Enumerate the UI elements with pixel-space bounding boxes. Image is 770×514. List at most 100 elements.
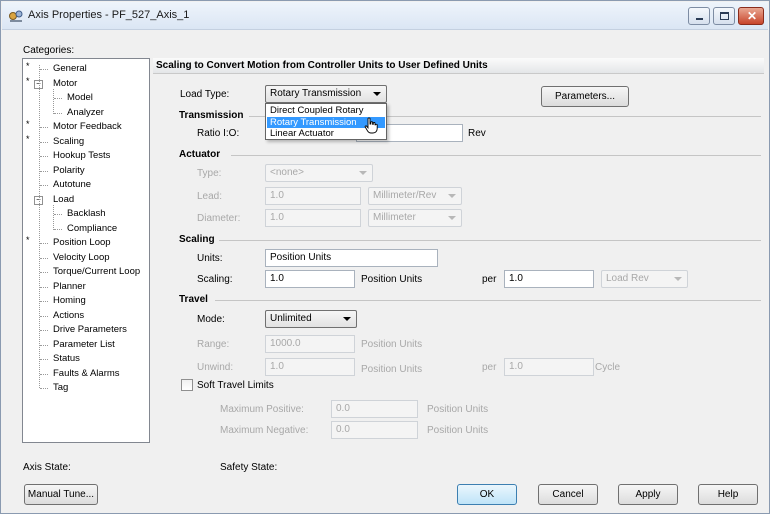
- tree-item-autotune[interactable]: Autotune: [53, 179, 91, 191]
- tree-item-faults-alarms[interactable]: Faults & Alarms: [53, 368, 120, 380]
- tree-item-general[interactable]: General: [53, 63, 87, 75]
- tree-connector: [40, 243, 48, 244]
- tree-item-compliance[interactable]: Compliance: [67, 223, 117, 235]
- tree-item-drive-parameters[interactable]: Drive Parameters: [53, 324, 127, 336]
- apply-button[interactable]: Apply: [618, 484, 678, 505]
- tree-item-velocity-loop[interactable]: Velocity Loop: [53, 252, 110, 264]
- tree-connector: [40, 272, 48, 273]
- travel-header: Travel: [179, 294, 208, 305]
- actuator-header: Actuator: [179, 149, 221, 160]
- tree-connector: [40, 185, 48, 186]
- tree-connector: [54, 228, 62, 230]
- cancel-button[interactable]: Cancel: [538, 484, 598, 505]
- lead-unit-combo[interactable]: Millimeter/Rev: [368, 187, 462, 205]
- unwind-per-input[interactable]: 1.0: [504, 358, 594, 376]
- tree-item-label: Motor Feedback: [53, 121, 122, 132]
- title-bar[interactable]: Axis Properties - PF_527_Axis_1 ✕: [2, 2, 768, 30]
- minimize-icon: [696, 18, 703, 20]
- manual-tune-button[interactable]: Manual Tune...: [24, 484, 98, 505]
- max-negative-input[interactable]: 0.0: [331, 421, 418, 439]
- tree-connector: [40, 301, 48, 302]
- unwind-unit: Position Units: [361, 364, 423, 375]
- axis-state-label: Axis State:: [23, 462, 71, 473]
- help-button[interactable]: Help: [698, 484, 758, 505]
- range-unit: Position Units: [361, 339, 423, 350]
- tree-item-label: Analyzer: [67, 106, 104, 118]
- actuator-type-label: Type:: [197, 168, 222, 179]
- ok-button[interactable]: OK: [457, 484, 517, 505]
- load-type-combo[interactable]: Rotary Transmission: [265, 85, 387, 103]
- tree-item-homing[interactable]: Homing: [53, 295, 86, 307]
- actuator-type-value: <none>: [270, 167, 304, 178]
- tree-item-tag[interactable]: Tag: [53, 382, 68, 394]
- tree-connector: [40, 127, 48, 128]
- restore-icon: [720, 12, 729, 20]
- diameter-unit-combo[interactable]: Millimeter: [368, 209, 462, 227]
- tree-item-parameter-list[interactable]: Parameter List: [53, 339, 115, 351]
- max-positive-input[interactable]: 0.0: [331, 400, 418, 418]
- max-positive-label: Maximum Positive:: [220, 404, 304, 415]
- tree-item-status[interactable]: Status: [53, 353, 80, 365]
- tree-item-label: Status: [53, 353, 80, 364]
- categories-tree[interactable]: General * Motor * − Model Analyzer Motor Feedba…: [22, 58, 150, 443]
- tree-connector: [40, 170, 48, 172]
- mode-combo[interactable]: Unlimited: [265, 310, 357, 328]
- lead-input[interactable]: 1.0: [265, 187, 361, 205]
- soft-travel-limits-checkbox[interactable]: [181, 379, 193, 391]
- minimize-button[interactable]: [688, 7, 710, 25]
- tree-item-label: Tag: [53, 382, 69, 393]
- parameters-button[interactable]: Parameters...: [541, 86, 629, 107]
- safety-state-label: Safety State:: [220, 462, 278, 473]
- page-heading: Scaling to Convert Motion from Controlle…: [156, 60, 488, 71]
- lead-unit-value: Millimeter/Rev: [373, 190, 437, 201]
- tree-item-actions[interactable]: Actions: [53, 310, 84, 322]
- tree-connector: [40, 257, 48, 259]
- tree-connector: [53, 88, 54, 114]
- tree-connector: [40, 156, 48, 157]
- tree-item-label: Actions: [53, 309, 85, 321]
- actuator-type-combo[interactable]: <none>: [265, 164, 373, 182]
- modified-star-icon: *: [26, 133, 30, 144]
- tree-item-scaling[interactable]: Scaling: [53, 136, 84, 148]
- tree-item-hookup-tests[interactable]: Hookup Tests: [53, 150, 110, 162]
- restore-button[interactable]: [713, 7, 735, 25]
- tree-item-label: Model: [67, 92, 93, 103]
- diameter-input[interactable]: 1.0: [265, 209, 361, 227]
- tree-item-backlash[interactable]: Backlash: [67, 208, 106, 220]
- chevron-down-icon: [343, 317, 351, 321]
- scaling-input[interactable]: 1.0: [265, 270, 355, 288]
- tree-item-load[interactable]: Load: [53, 194, 74, 206]
- mode-value: Unlimited: [270, 313, 312, 324]
- tree-connector: [40, 315, 48, 317]
- modified-star-icon: *: [26, 61, 30, 71]
- per-unit-combo[interactable]: Load Rev: [601, 270, 688, 288]
- tree-item-torque-current-loop[interactable]: Torque/Current Loop: [53, 266, 140, 278]
- tree-item-label: Load: [53, 193, 75, 205]
- tree-item-motor[interactable]: Motor: [53, 78, 77, 90]
- modified-star-icon: *: [26, 119, 30, 129]
- tree-item-label: Homing: [53, 295, 86, 306]
- tree-connector: [40, 330, 48, 331]
- close-button[interactable]: ✕: [738, 7, 764, 25]
- tree-connector: [54, 98, 62, 99]
- tree-item-analyzer[interactable]: Analyzer: [67, 107, 104, 119]
- tree-item-motor-feedback[interactable]: Motor Feedback: [53, 121, 122, 133]
- modified-star-icon: *: [26, 235, 30, 245]
- per-input[interactable]: 1.0: [504, 270, 594, 288]
- tree-item-planner[interactable]: Planner: [53, 281, 86, 293]
- tree-item-label: Autotune: [53, 179, 92, 190]
- tree-item-label: Compliance: [67, 222, 118, 234]
- unwind-input[interactable]: 1.0: [265, 358, 355, 376]
- ratio-unit: Rev: [468, 128, 486, 139]
- chevron-down-icon: [674, 277, 682, 281]
- tree-item-polarity[interactable]: Polarity: [53, 165, 85, 177]
- close-icon: ✕: [747, 9, 758, 23]
- units-input[interactable]: Position Units: [265, 249, 438, 267]
- range-input[interactable]: 1000.0: [265, 335, 355, 353]
- tree-item-model[interactable]: Model: [67, 92, 93, 104]
- window-title: Axis Properties - PF_527_Axis_1: [28, 9, 190, 21]
- tree-connector: [39, 65, 40, 388]
- load-type-option-direct-coupled-rotary[interactable]: Direct Coupled Rotary: [267, 105, 385, 116]
- tree-item-position-loop[interactable]: Position Loop: [53, 237, 111, 249]
- tree-connector: [54, 112, 62, 114]
